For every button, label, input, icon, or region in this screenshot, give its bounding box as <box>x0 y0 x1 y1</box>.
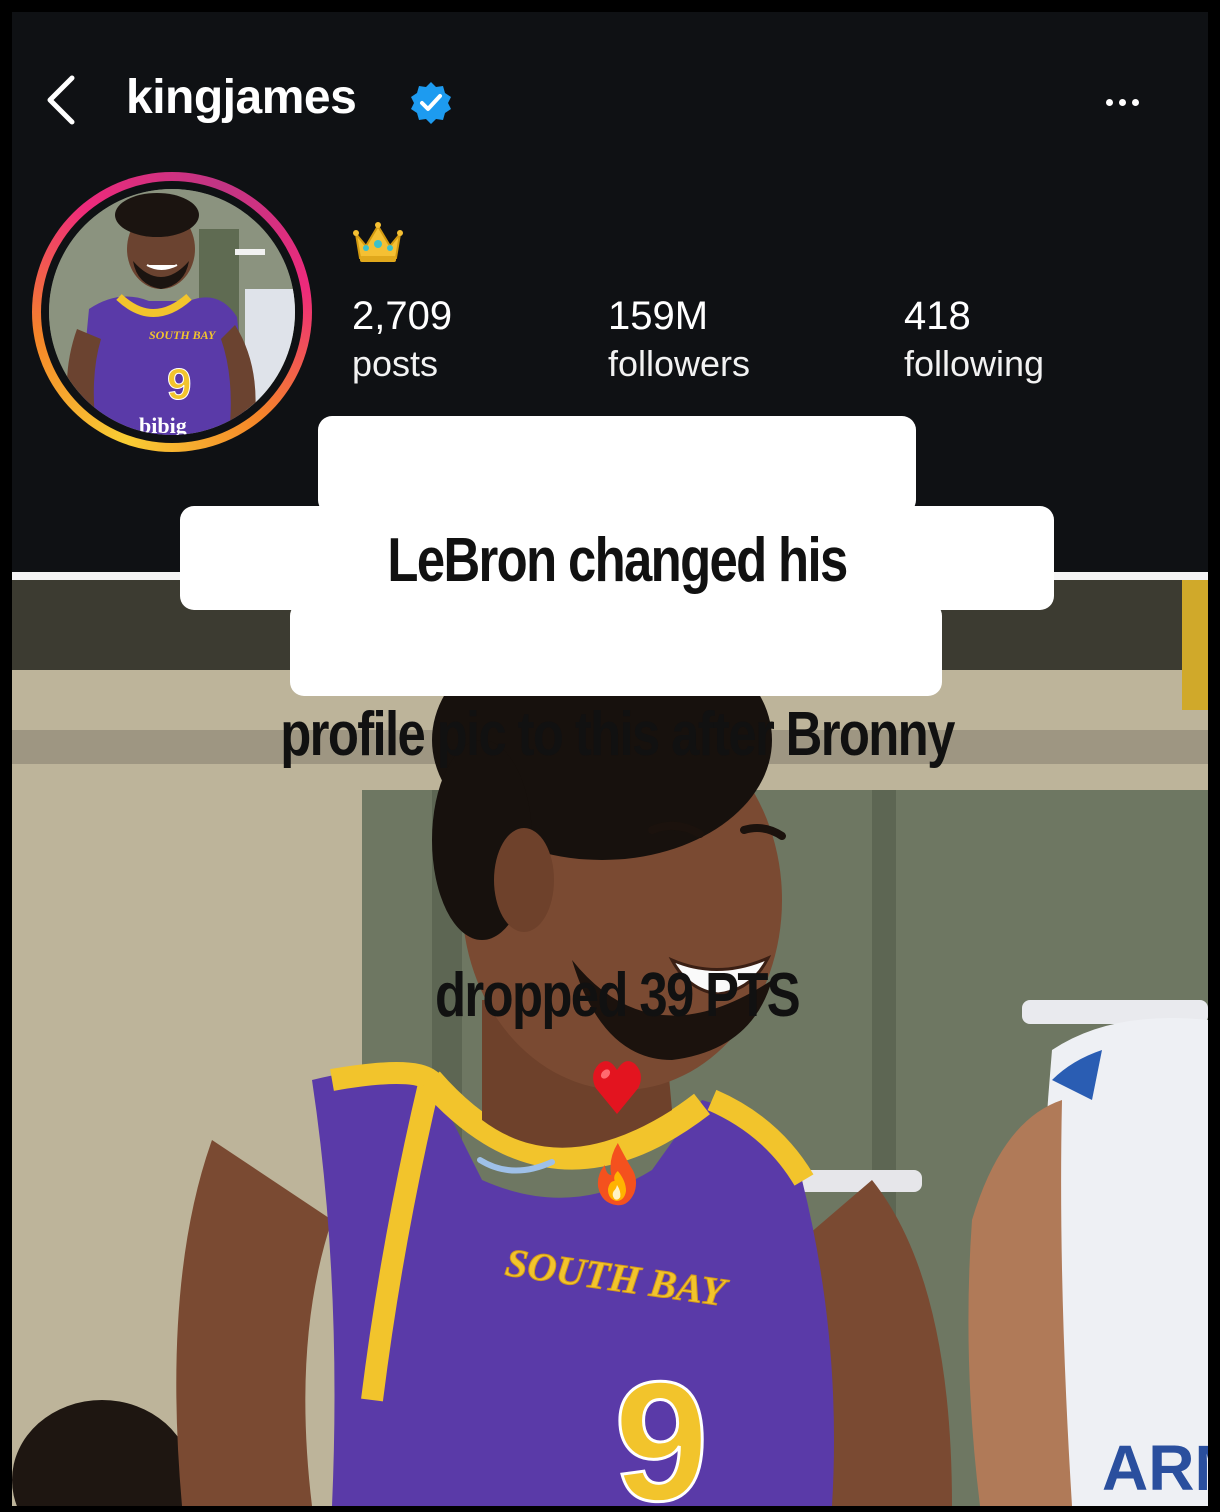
avatar-border: SOUTH BAY 9 bibig <box>41 181 303 443</box>
more-dot <box>1118 98 1126 106</box>
more-dot <box>1105 98 1113 106</box>
profile-header: kingjames <box>12 12 1208 172</box>
profile-avatar-story-ring[interactable]: SOUTH BAY 9 bibig <box>32 172 312 452</box>
opponent-jersey-text: ARM <box>1102 1432 1208 1504</box>
posts-label: posts <box>352 343 439 384</box>
following-count: 418 <box>904 294 971 338</box>
following-stat[interactable]: 418 following <box>904 294 1044 390</box>
verified-badge-icon <box>411 82 451 124</box>
red-heart-emoji-icon <box>593 1060 641 1114</box>
caption-text: LeBron changed his profile pic to this a… <box>259 430 976 1300</box>
avatar-sponsor-text: bibig <box>139 413 187 435</box>
following-label: following <box>904 343 1045 384</box>
more-options-button[interactable] <box>1092 82 1152 122</box>
caption-line-1: LeBron changed his <box>387 526 848 595</box>
chevron-left-icon <box>47 75 75 125</box>
followers-stat[interactable]: 159M followers <box>608 294 750 390</box>
fire-emoji-icon <box>597 1142 637 1205</box>
avatar-jersey-number: 9 <box>167 360 191 409</box>
avatar-photo: SOUTH BAY 9 bibig <box>49 189 295 435</box>
caption-line-3-row: dropped 39 PTS <box>259 865 976 1213</box>
followers-label: followers <box>608 343 751 384</box>
profile-username[interactable]: kingjames <box>126 70 357 125</box>
posts-count: 2,709 <box>352 294 453 338</box>
avatar: SOUTH BAY 9 bibig <box>49 189 295 435</box>
followers-count: 159M <box>608 294 709 338</box>
crown-emoji-icon <box>353 222 403 262</box>
jersey-number: 9 <box>614 1347 709 1506</box>
post-screenshot: kingjames SOUTH BAY 9 bibig 2,709 posts … <box>12 12 1208 1506</box>
avatar-jersey-text: SOUTH BAY <box>149 328 217 342</box>
caption-line-2: profile pic to this after Bronny <box>280 700 955 769</box>
back-button[interactable] <box>36 70 86 130</box>
more-dot <box>1131 98 1139 106</box>
caption-line-3: dropped 39 PTS <box>434 961 801 1030</box>
posts-stat[interactable]: 2,709 posts <box>352 294 452 390</box>
